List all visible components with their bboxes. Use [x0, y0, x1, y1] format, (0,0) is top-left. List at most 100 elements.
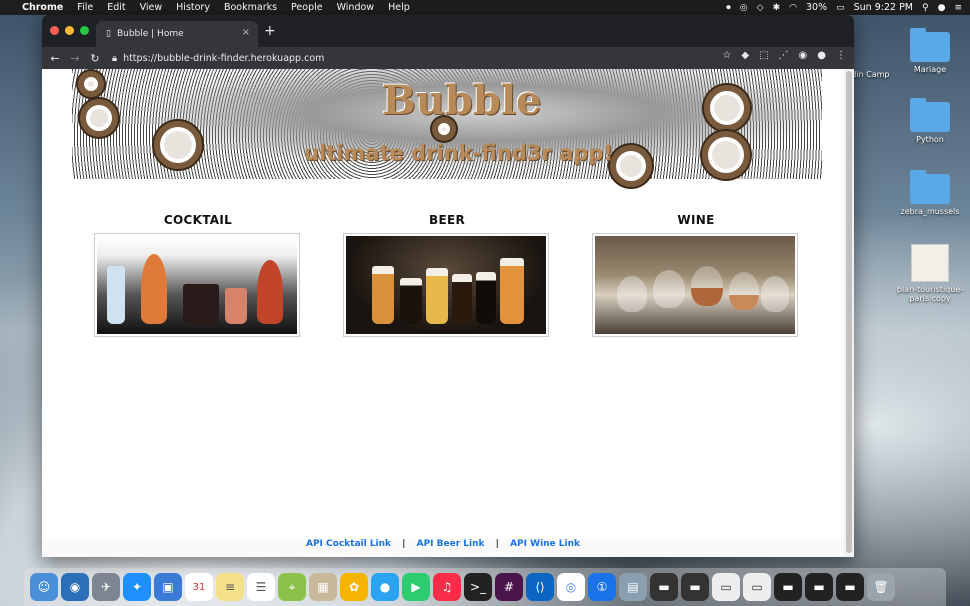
minimized-window-icon[interactable]: ▭: [712, 573, 740, 601]
desktop-folder-mariage[interactable]: Mariage: [895, 28, 965, 74]
extension-icon[interactable]: ⬚: [759, 50, 768, 61]
notification-center-icon[interactable]: ≡: [954, 3, 962, 13]
tab-bar: ▯ Bubble | Home × +: [42, 15, 854, 47]
glass-shape: [452, 274, 472, 324]
address-bar[interactable]: 🔒︎ https://bubble-drink-finder.herokuapp…: [112, 53, 324, 64]
music-icon[interactable]: ♫: [433, 573, 461, 601]
header-banner: Bubble ultimate drink-find3r app!: [72, 69, 822, 187]
new-tab-button[interactable]: +: [264, 23, 276, 39]
scrollbar-thumb[interactable]: [846, 71, 852, 553]
category-image-card[interactable]: [343, 233, 549, 337]
api-cocktail-link[interactable]: API Cocktail Link: [306, 539, 391, 549]
category-wine[interactable]: WINE: [592, 213, 800, 337]
forward-arrow-icon[interactable]: →: [68, 52, 82, 65]
siri-icon[interactable]: ●: [938, 3, 946, 13]
battery-percent[interactable]: 30%: [806, 2, 827, 13]
menu-clock[interactable]: Sun 9:22 PM: [854, 2, 913, 13]
category-cocktail[interactable]: COCKTAIL: [94, 213, 302, 337]
spotlight-icon[interactable]: ⚲: [922, 3, 929, 13]
messages-icon[interactable]: ●: [371, 573, 399, 601]
category-image-card[interactable]: [94, 233, 300, 337]
terminal-icon[interactable]: >_: [464, 573, 492, 601]
bubble-decoration: [78, 71, 104, 97]
api-wine-link[interactable]: API Wine Link: [510, 539, 580, 549]
site-subtitle: ultimate drink-find3r app!: [304, 141, 613, 165]
menu-bookmarks[interactable]: Bookmarks: [224, 2, 277, 13]
back-arrow-icon[interactable]: ←: [48, 52, 62, 65]
menu-file[interactable]: File: [77, 2, 93, 13]
calendar-icon[interactable]: 31: [185, 573, 213, 601]
glass-shape: [257, 260, 283, 324]
page-scrollbar[interactable]: [844, 69, 854, 557]
desktop-folder-zebra-mussels[interactable]: zebra_mussels: [895, 170, 965, 216]
menu-kebab-icon[interactable]: ⋮: [836, 50, 846, 61]
menu-edit[interactable]: Edit: [107, 2, 125, 13]
tab-title: Bubble | Home: [116, 29, 184, 39]
extension-icon[interactable]: ◆: [741, 50, 749, 61]
sync-icon[interactable]: ◎: [740, 3, 748, 13]
preview-icon[interactable]: ▣: [154, 573, 182, 601]
dropbox-icon[interactable]: ◇: [757, 3, 764, 13]
desktop-file-plan-touristique[interactable]: plan-touristique-paris copy: [895, 244, 965, 303]
record-icon[interactable]: ⏺: [726, 3, 731, 13]
launchpad-icon[interactable]: ✈: [92, 573, 120, 601]
image-viewer-icon[interactable]: ▤: [619, 573, 647, 601]
extension-icon[interactable]: ⋰: [779, 50, 789, 61]
slack-icon[interactable]: #: [495, 573, 523, 601]
menu-history[interactable]: History: [176, 2, 210, 13]
finder-icon[interactable]: ☺: [30, 573, 58, 601]
minimized-window-icon[interactable]: ▬: [650, 573, 678, 601]
siri-dock-icon[interactable]: ◉: [61, 573, 89, 601]
minimized-window-icon[interactable]: ▭: [743, 573, 771, 601]
minimized-window-icon[interactable]: ▬: [681, 573, 709, 601]
folder-icon: [910, 98, 950, 132]
minimized-window-icon[interactable]: ▬: [836, 573, 864, 601]
minimize-window-button[interactable]: [65, 26, 74, 35]
category-title: COCKTAIL: [163, 213, 233, 227]
maps-icon[interactable]: ⌖: [278, 573, 306, 601]
battery-icon[interactable]: ▭: [836, 3, 845, 13]
folder-icon: [910, 170, 950, 204]
category-beer[interactable]: BEER: [343, 213, 551, 337]
trash-icon[interactable]: 🗑︎: [867, 573, 895, 601]
vscode-icon[interactable]: ⟨⟩: [526, 573, 554, 601]
wifi-icon[interactable]: ◠: [789, 3, 797, 13]
category-image-card[interactable]: [592, 233, 798, 337]
zoom-window-button[interactable]: [80, 26, 89, 35]
bluetooth-icon[interactable]: ✱: [773, 3, 781, 13]
tab-bubble-home[interactable]: ▯ Bubble | Home ×: [96, 21, 258, 47]
wine-image[interactable]: [595, 236, 795, 334]
desktop-folder-python[interactable]: Python: [895, 98, 965, 144]
facetime-icon[interactable]: ▶: [402, 573, 430, 601]
glass-shape: [141, 254, 167, 324]
safari-icon[interactable]: ✦: [123, 573, 151, 601]
menu-window[interactable]: Window: [337, 2, 374, 13]
bubble-decoration: [80, 99, 118, 137]
page-icon: ▯: [106, 29, 111, 39]
bubble-decoration: [154, 121, 202, 169]
menu-help[interactable]: Help: [388, 2, 410, 13]
extension-icon[interactable]: ◉: [799, 50, 808, 61]
api-beer-link[interactable]: API Beer Link: [417, 539, 485, 549]
minimized-window-icon[interactable]: ▬: [774, 573, 802, 601]
onepassword-icon[interactable]: ①: [588, 573, 616, 601]
minimized-window-icon[interactable]: ▬: [805, 573, 833, 601]
close-tab-icon[interactable]: ×: [242, 27, 250, 38]
category-title: BEER: [429, 213, 465, 227]
photos-icon[interactable]: ✿: [340, 573, 368, 601]
beer-image[interactable]: [346, 236, 546, 334]
bookmark-star-icon[interactable]: ☆: [722, 50, 731, 61]
reload-icon[interactable]: ↻: [88, 52, 102, 65]
glass-shape: [653, 270, 685, 308]
cocktail-image[interactable]: [97, 236, 297, 334]
notes-icon[interactable]: ≡: [216, 573, 244, 601]
profile-icon[interactable]: ●: [817, 50, 826, 61]
menu-app-name[interactable]: Chrome: [22, 2, 63, 13]
close-window-button[interactable]: [50, 26, 59, 35]
desktop-icon-label: Mariage: [913, 65, 947, 74]
menu-view[interactable]: View: [140, 2, 163, 13]
menu-people[interactable]: People: [291, 2, 323, 13]
chrome-icon[interactable]: ◎: [557, 573, 585, 601]
reminders-icon[interactable]: ☰: [247, 573, 275, 601]
image-capture-icon[interactable]: ▦: [309, 573, 337, 601]
